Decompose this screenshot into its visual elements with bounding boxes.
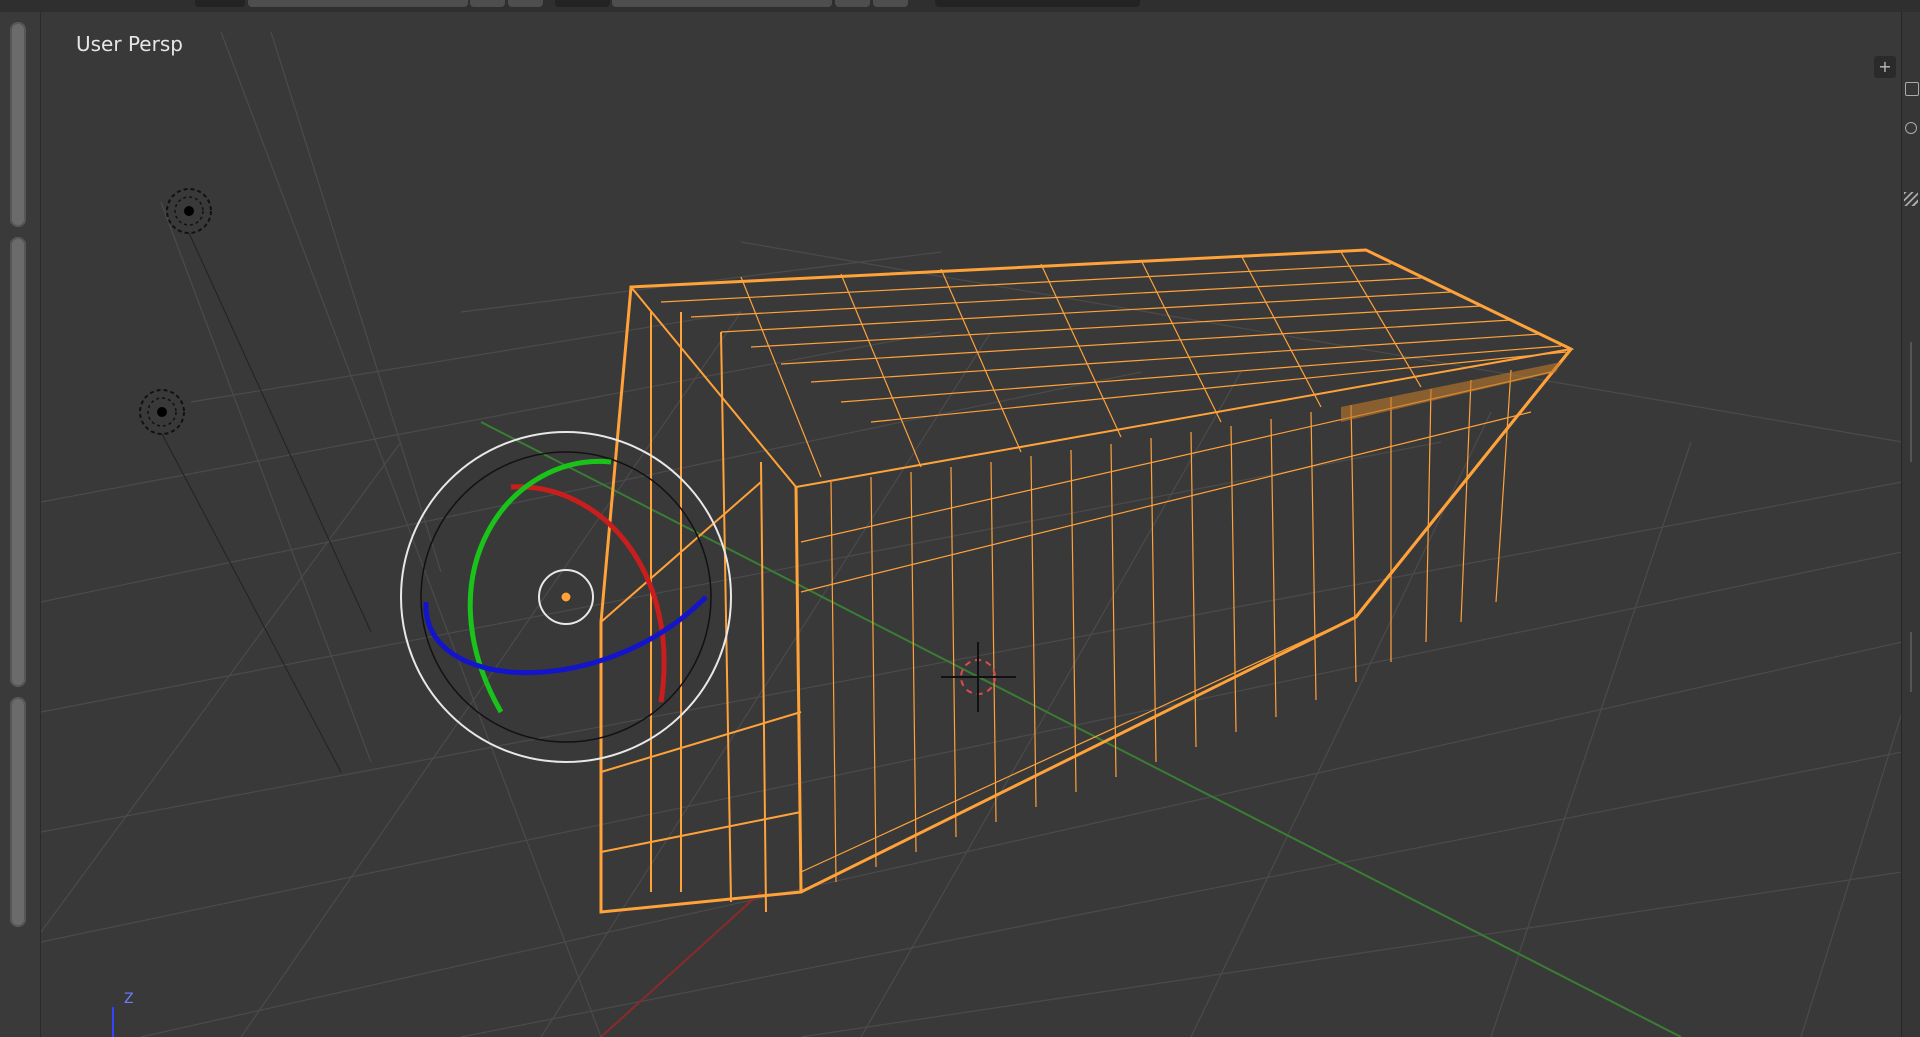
resize-grip-icon[interactable] <box>1904 192 1918 206</box>
mini-axis-lines <box>112 1007 114 1037</box>
view-mode-label: User Persp <box>76 32 183 56</box>
upper-scrollbar[interactable] <box>10 22 26 227</box>
header-field-5[interactable] <box>555 0 610 7</box>
3d-cursor-icon[interactable] <box>941 642 1016 712</box>
panel-edge-lower <box>1910 632 1912 692</box>
header-field-1[interactable] <box>195 0 245 7</box>
y-axis-line <box>480 421 1682 1037</box>
container-wireframe[interactable] <box>599 248 1575 914</box>
panel-toggle-icon[interactable] <box>1905 82 1919 96</box>
lower-scrollbar[interactable] <box>10 697 26 927</box>
left-toolbar-strip <box>0 12 41 1037</box>
light-icon[interactable] <box>166 188 372 633</box>
floor-grid <box>41 31 1902 1037</box>
middle-scrollbar[interactable] <box>10 237 26 687</box>
plus-icon[interactable]: + <box>1874 56 1896 78</box>
mini-axis-widget: Z <box>81 987 134 1037</box>
header-field-3[interactable] <box>470 0 505 7</box>
header-field-9[interactable] <box>935 0 1140 7</box>
z-axis-label: Z <box>124 991 134 1007</box>
panel-handle-icon[interactable] <box>1905 122 1917 134</box>
panel-edge <box>1910 342 1912 462</box>
viewport-scene[interactable] <box>41 12 1902 1037</box>
light-icon[interactable] <box>139 389 342 773</box>
header-field-6[interactable] <box>612 0 832 7</box>
header-field-4[interactable] <box>508 0 543 7</box>
right-panel-strip <box>1901 12 1920 1037</box>
3d-viewport[interactable]: User Persp + Z <box>41 12 1902 1037</box>
x-axis-line <box>600 891 762 1037</box>
header-field-2[interactable] <box>248 0 468 7</box>
header-field-8[interactable] <box>873 0 908 7</box>
header-field-7[interactable] <box>835 0 870 7</box>
